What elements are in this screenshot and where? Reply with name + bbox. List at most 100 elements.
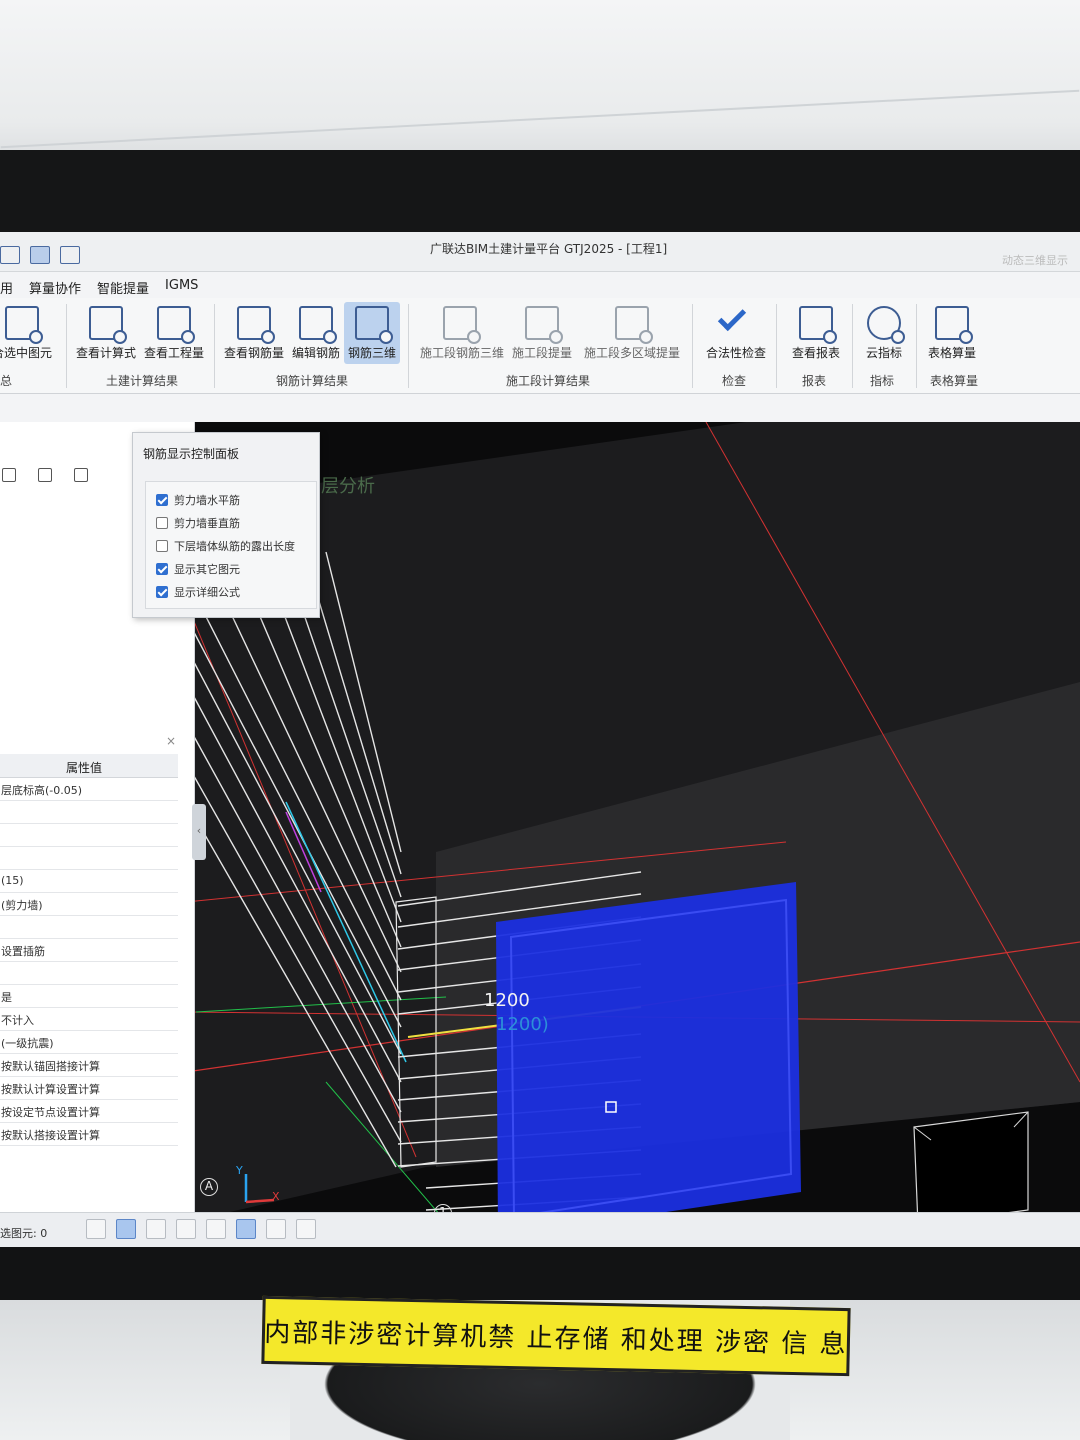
axis-x-label: X xyxy=(272,1190,280,1203)
table-calc-button[interactable]: 表格算量 xyxy=(916,302,988,364)
property-row[interactable] xyxy=(0,801,178,824)
property-row[interactable]: (一级抗震) xyxy=(0,1031,178,1054)
formula-icon xyxy=(89,306,127,344)
room-background xyxy=(0,0,1080,175)
tab-collab[interactable]: 算量协作 xyxy=(29,272,81,298)
back-icon[interactable] xyxy=(0,246,20,264)
dimension-label: 1200 xyxy=(484,990,530,1011)
option-exposed-length[interactable]: 下层墙体纵筋的露出长度 xyxy=(156,536,295,556)
group-stage-results: 施工段计算结果 xyxy=(506,374,591,388)
dynamic-3d-hint: 动态三维显示 xyxy=(1002,254,1068,267)
undo-icon[interactable] xyxy=(60,246,80,264)
group-rebar-results: 钢筋计算结果 xyxy=(276,374,349,388)
stage-rebar-icon xyxy=(443,306,481,344)
ribbon: 合选中图元 查看计算式 查看工程量 查看钢筋量 编辑钢筋 钢筋三维 施工段钢筋三… xyxy=(0,298,1080,394)
option-horizontal-rebar[interactable]: 剪力墙水平筋 xyxy=(156,490,240,510)
checkbox-checked[interactable] xyxy=(156,586,168,598)
copy-icon[interactable] xyxy=(38,468,52,482)
rebar-qty-icon xyxy=(237,306,275,344)
tab-smart-extract[interactable]: 智能提量 xyxy=(97,272,149,298)
quantity-icon xyxy=(157,306,195,344)
rebar-display-control-panel: 钢筋显示控制面板 剪力墙水平筋 剪力墙垂直筋 下层墙体纵筋的露出长度 显示其它图… xyxy=(132,432,320,618)
offset-icon[interactable] xyxy=(206,1219,226,1239)
menu-bar: 用 算量协作 智能提量 IGMS xyxy=(0,272,1080,298)
property-row[interactable]: 按默认计算设置计算 xyxy=(0,1077,178,1100)
box-select-icon[interactable] xyxy=(116,1219,136,1239)
report-icon xyxy=(799,306,837,344)
edit-rebar-button[interactable]: 编辑钢筋 xyxy=(280,302,352,364)
tab-use[interactable]: 用 xyxy=(0,272,13,298)
cloud-icon xyxy=(867,306,905,344)
snap-toolbar xyxy=(86,1219,316,1239)
option-show-other-elements[interactable]: 显示其它图元 xyxy=(156,559,240,579)
select-elements-button[interactable]: 合选中图元 xyxy=(0,302,58,364)
stage-extract-button[interactable]: 施工段提量 xyxy=(506,302,578,364)
property-row[interactable]: 设置插筋 xyxy=(0,939,178,962)
checkbox-unchecked[interactable] xyxy=(156,517,168,529)
sigma-icon xyxy=(5,306,43,344)
option-vertical-rebar[interactable]: 剪力墙垂直筋 xyxy=(156,513,240,533)
table-icon xyxy=(935,306,973,344)
property-row[interactable]: (15) xyxy=(0,870,178,893)
view-formula-button[interactable]: 查看计算式 xyxy=(70,302,142,364)
close-icon[interactable]: × xyxy=(166,734,176,748)
group-civil-results: 土建计算结果 xyxy=(106,374,179,388)
cross-icon[interactable] xyxy=(146,1219,166,1239)
view-quantity-button[interactable]: 查看工程量 xyxy=(138,302,210,364)
property-row[interactable]: 按默认锚固搭接计算 xyxy=(0,1054,178,1077)
group-check: 检查 xyxy=(722,374,747,388)
new-icon[interactable] xyxy=(2,468,16,482)
axis-y-label: Y xyxy=(236,1164,243,1177)
property-row[interactable]: 按默认搭接设置计算 xyxy=(0,1123,178,1146)
3d-viewport[interactable]: 层分析 1200 1200) X Y A 1 xyxy=(186,422,1080,1222)
save-icon[interactable] xyxy=(30,246,50,264)
axis-marker-a: A xyxy=(200,1178,218,1196)
check-icon xyxy=(717,302,753,340)
view-report-button[interactable]: 查看报表 xyxy=(780,302,852,364)
checkbox-checked[interactable] xyxy=(156,563,168,575)
checkbox-unchecked[interactable] xyxy=(156,540,168,552)
rebar-cage-icon xyxy=(355,306,393,344)
title-bar: 广联达BIM土建计量平台 GTJ2025 - [工程1] 动态三维显示 xyxy=(0,232,1080,272)
selected-count: 选图元: 0 xyxy=(0,1227,48,1240)
panel-toolbar xyxy=(2,468,88,482)
quick-access-toolbar xyxy=(0,246,80,264)
checkbox-checked[interactable] xyxy=(156,494,168,506)
panel-collapse-handle[interactable]: ‹ xyxy=(192,804,206,860)
property-row[interactable]: (剪力墙) xyxy=(0,893,178,916)
validity-check-button[interactable]: 合法性检查 xyxy=(700,302,772,364)
control-options: 剪力墙水平筋 剪力墙垂直筋 下层墙体纵筋的露出长度 显示其它图元 显示详细公式 xyxy=(145,481,317,609)
expand-icon[interactable] xyxy=(296,1219,316,1239)
ortho-icon[interactable] xyxy=(86,1219,106,1239)
stage-rebar-3d-button[interactable]: 施工段钢筋三维 xyxy=(420,302,504,364)
snap-icon[interactable] xyxy=(236,1219,256,1239)
pencil-icon xyxy=(299,306,337,344)
status-bar: 选图元: 0 xyxy=(0,1212,1080,1247)
list-icon[interactable] xyxy=(74,468,88,482)
tab-igms[interactable]: IGMS xyxy=(165,272,198,298)
property-row[interactable] xyxy=(0,824,178,847)
stage-multi-icon xyxy=(615,306,653,344)
opening-box xyxy=(913,1111,1029,1222)
property-row[interactable] xyxy=(0,916,178,939)
group-index: 指标 xyxy=(870,374,895,388)
property-row[interactable] xyxy=(0,962,178,985)
property-row[interactable]: 不计入 xyxy=(0,1008,178,1031)
control-panel-title: 钢筋显示控制面板 xyxy=(143,447,240,461)
property-row[interactable] xyxy=(0,847,178,870)
group-report: 报表 xyxy=(802,374,827,388)
option-show-detail-formula[interactable]: 显示详细公式 xyxy=(156,582,240,602)
cloud-index-button[interactable]: 云指标 xyxy=(848,302,920,364)
dimension-sub-label: 1200) xyxy=(496,1014,549,1035)
arc-icon[interactable] xyxy=(266,1219,286,1239)
group-table: 表格算量 xyxy=(930,374,979,388)
stage-multi-extract-button[interactable]: 施工段多区域提量 xyxy=(582,302,682,364)
property-row[interactable]: 是 xyxy=(0,985,178,1008)
rebar-3d-button[interactable]: 钢筋三维 xyxy=(344,302,400,364)
stage-extract-icon xyxy=(525,306,563,344)
property-row[interactable]: 按设定节点设置计算 xyxy=(0,1100,178,1123)
ghost-label: 层分析 xyxy=(321,476,375,497)
property-row[interactable]: 层底标高(-0.05) xyxy=(0,778,178,801)
rebar-3d-scene xyxy=(186,422,1080,1222)
angle-icon[interactable] xyxy=(176,1219,196,1239)
